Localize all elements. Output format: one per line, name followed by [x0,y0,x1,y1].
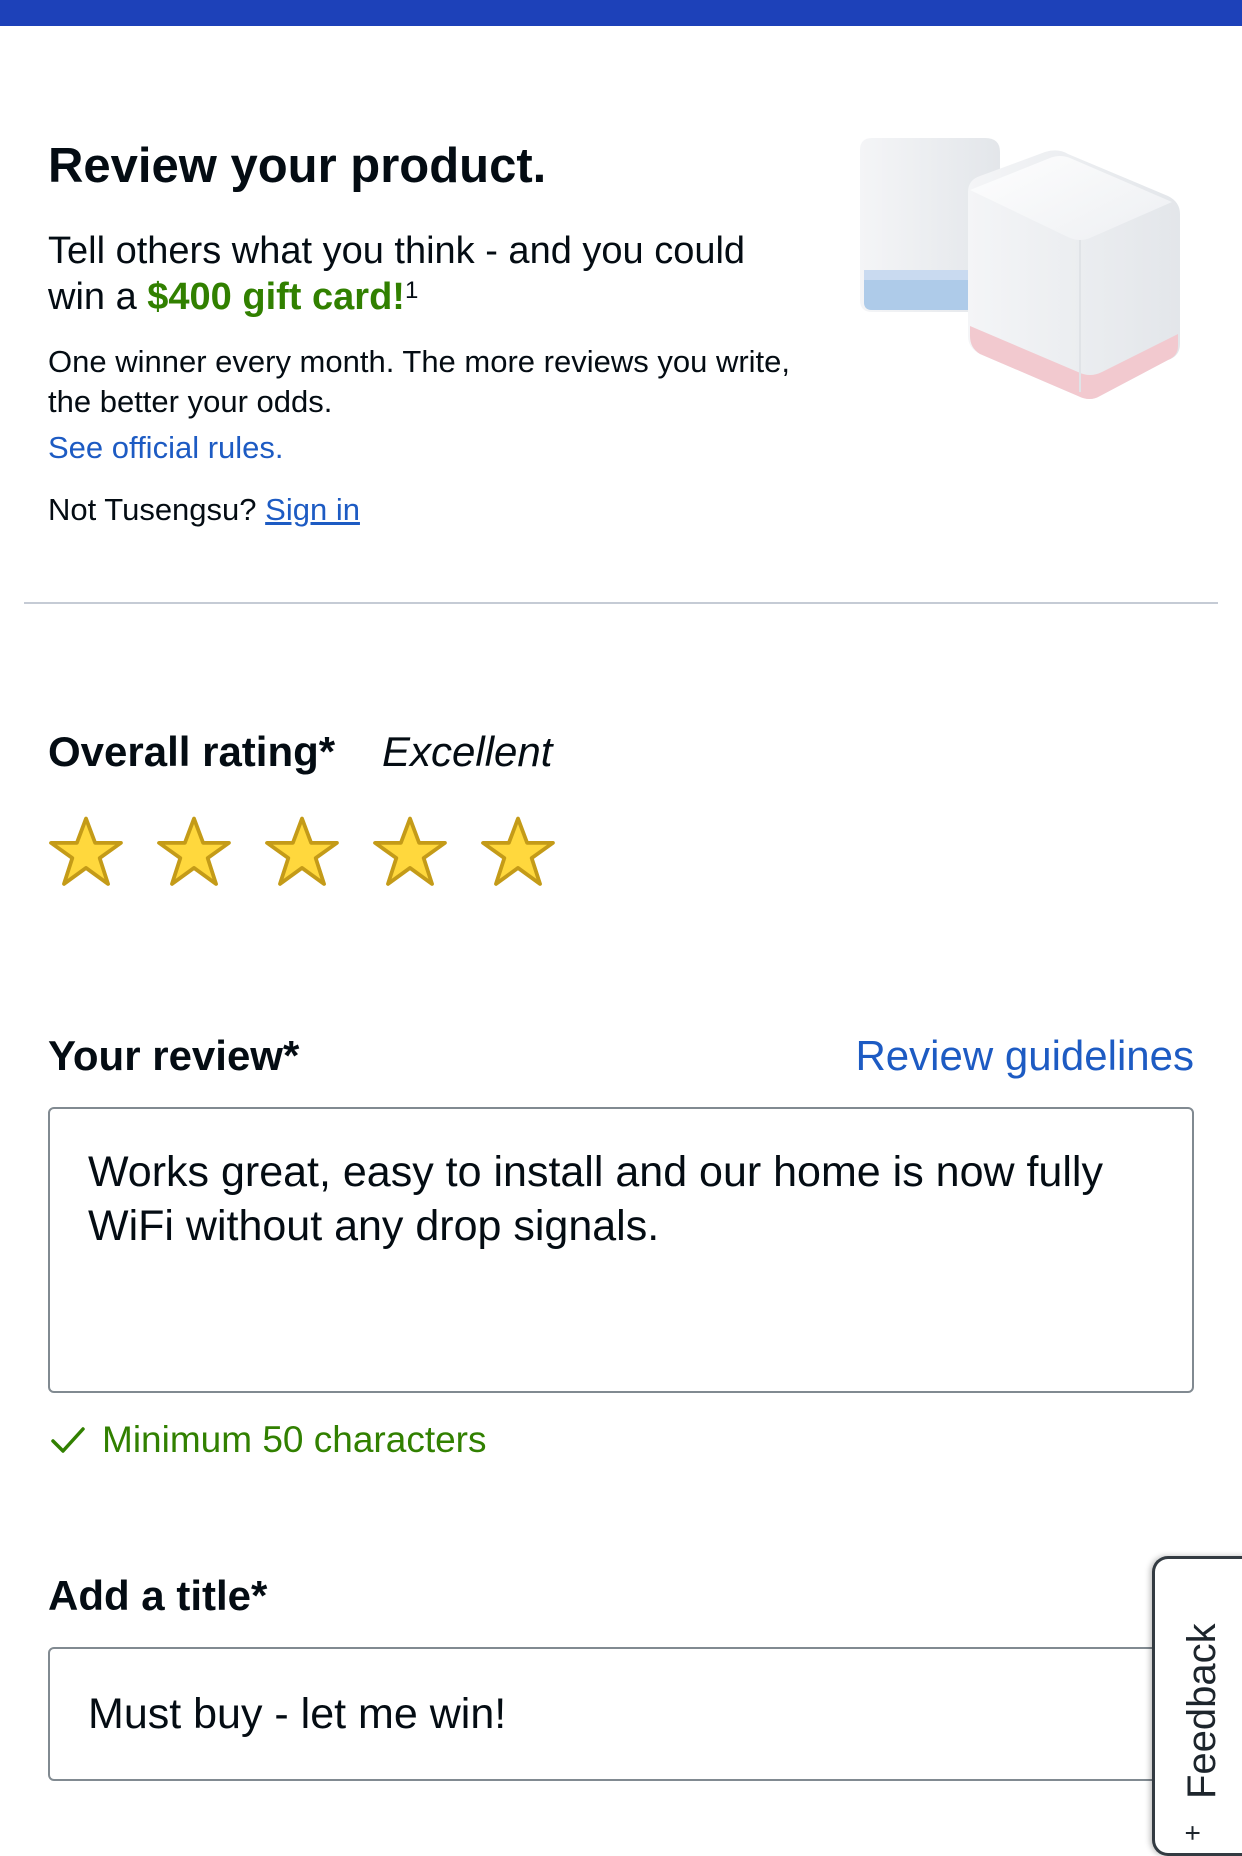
star-icon[interactable] [372,814,448,890]
footnote-marker: 1 [404,277,419,304]
promo-text: Tell others what you think - and you cou… [48,228,808,320]
section-divider [24,602,1218,604]
feedback-label: Feedback [1180,1623,1224,1799]
overall-rating-label: Overall rating* [48,728,336,775]
plus-icon: + [1177,1824,1209,1842]
add-title-label: Add a title* [48,1572,268,1619]
min-characters-validation: Minimum 50 characters [48,1418,487,1462]
star-icon[interactable] [480,814,556,890]
odds-text: One winner every month. The more reviews… [48,344,791,419]
page-title: Review your product. [48,139,547,193]
validation-message: Minimum 50 characters [102,1419,487,1460]
star-rating [48,814,556,890]
account-prompt: Not Tusengsu? Sign in [48,490,360,530]
review-textarea[interactable]: Works great, easy to install and our hom… [48,1107,1194,1393]
your-review-label: Your review* [48,1032,300,1079]
sign-in-link[interactable]: Sign in [265,492,360,527]
review-page: Review your product. Tell others what yo… [0,0,1242,1856]
official-rules-link[interactable]: See official rules. [48,428,284,468]
account-prompt-text: Not Tusengsu? [48,492,257,527]
title-input[interactable] [48,1647,1194,1781]
star-icon[interactable] [156,814,232,890]
top-brand-bar [0,0,1242,26]
gift-card-highlight: $400 gift card! [147,276,405,318]
checkmark-icon [51,1427,85,1453]
review-guidelines-link[interactable]: Review guidelines [855,1030,1194,1082]
rating-value-text: Excellent [382,728,553,775]
feedback-tab[interactable]: Feedback + [1152,1556,1242,1856]
mesh-wifi-router-icon [860,138,1180,399]
star-icon[interactable] [264,814,340,890]
star-icon[interactable] [48,814,124,890]
